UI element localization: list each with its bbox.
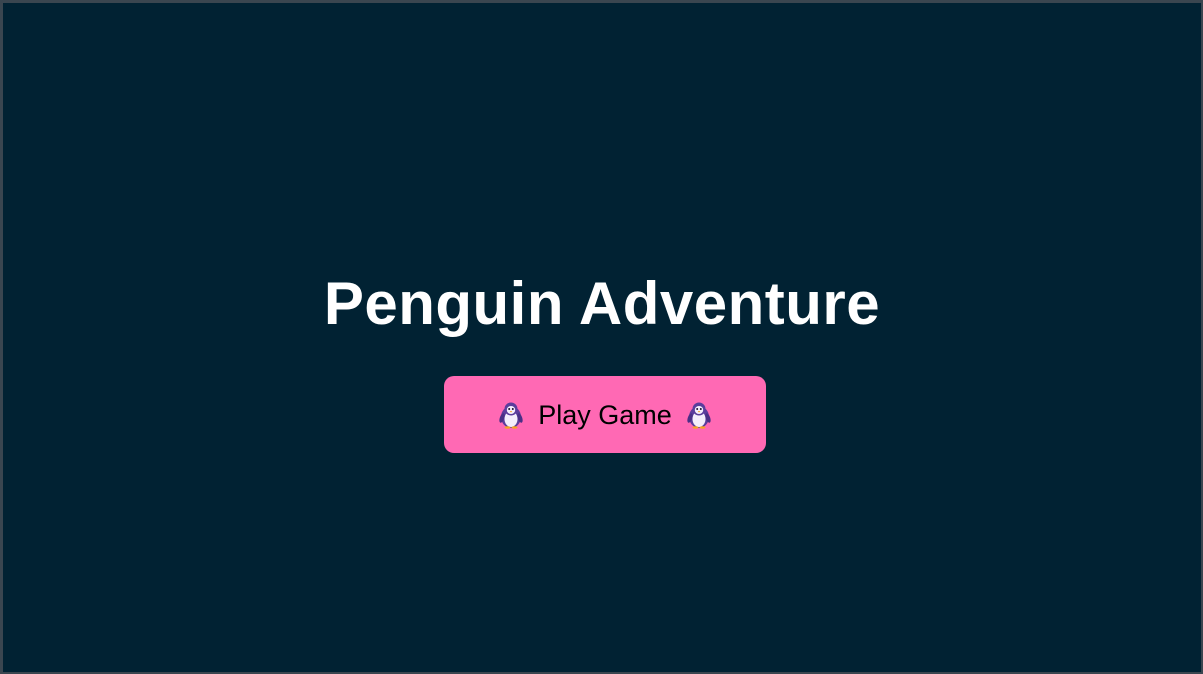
play-game-label: Play Game [538,399,672,430]
game-title: Penguin Adventure [323,270,881,337]
game-screen: Penguin Adventure Play Game [0,0,1203,674]
penguin-icon [686,401,712,429]
play-game-button[interactable]: Play Game [444,376,766,453]
penguin-icon [498,401,524,429]
